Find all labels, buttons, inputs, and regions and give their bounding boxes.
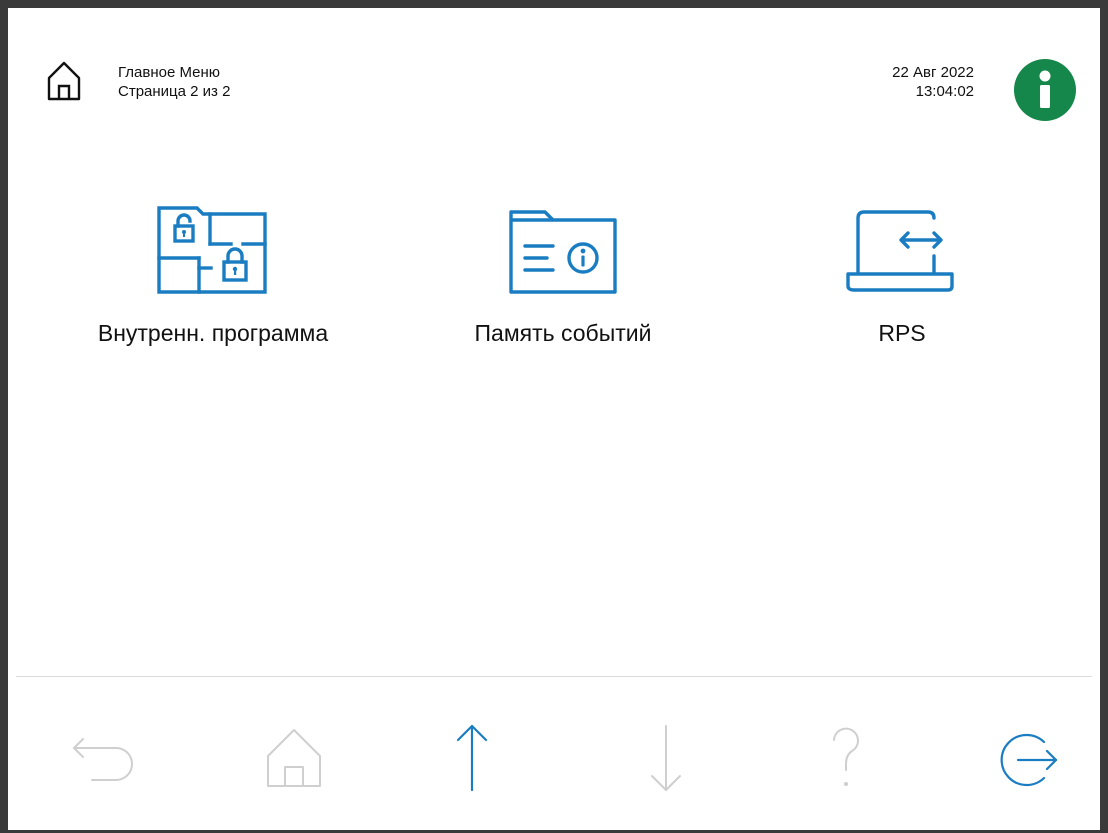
- home-button[interactable]: [256, 720, 336, 800]
- back-button[interactable]: [64, 720, 144, 800]
- info-button[interactable]: [1014, 59, 1076, 121]
- back-arrow-icon: [73, 738, 133, 781]
- page-indicator: Страница 2 из 2: [118, 83, 231, 100]
- logout-button[interactable]: [992, 720, 1072, 800]
- home-outline-icon[interactable]: [46, 58, 82, 102]
- folder-info-icon: [509, 210, 617, 294]
- tile-label: RPS: [878, 320, 926, 346]
- info-icon: [1039, 70, 1051, 108]
- logout-icon: [1000, 733, 1058, 787]
- floorplan-lock-icon: [157, 206, 267, 294]
- home-icon: [267, 729, 321, 787]
- footer-divider: [16, 676, 1092, 677]
- arrow-up-icon: [456, 724, 488, 792]
- device-screen: Главное Меню Страница 2 из 2 22 Авг 2022…: [0, 0, 1108, 833]
- datetime: 22 Авг 2022 13:04:02: [892, 63, 974, 101]
- help-button[interactable]: [806, 720, 886, 800]
- tile-event-memory[interactable]: Память событий: [413, 194, 713, 364]
- time-text: 13:04:02: [915, 83, 974, 100]
- scroll-up-button[interactable]: [432, 720, 512, 800]
- help-icon: [833, 727, 859, 786]
- page-title: Главное Меню Страница 2 из 2: [118, 63, 230, 101]
- tile-label: Внутренн. программа: [97, 320, 329, 346]
- tile-rps[interactable]: RPS: [752, 194, 1052, 364]
- date-text: 22 Авг 2022: [892, 64, 974, 81]
- arrow-down-icon: [651, 725, 681, 791]
- tile-label: Память событий: [474, 320, 652, 346]
- laptop-transfer-icon: [846, 210, 954, 292]
- tile-internal-program[interactable]: Внутренн. программа: [63, 194, 363, 364]
- menu-title: Главное Меню: [118, 64, 221, 81]
- scroll-down-button[interactable]: [626, 720, 706, 800]
